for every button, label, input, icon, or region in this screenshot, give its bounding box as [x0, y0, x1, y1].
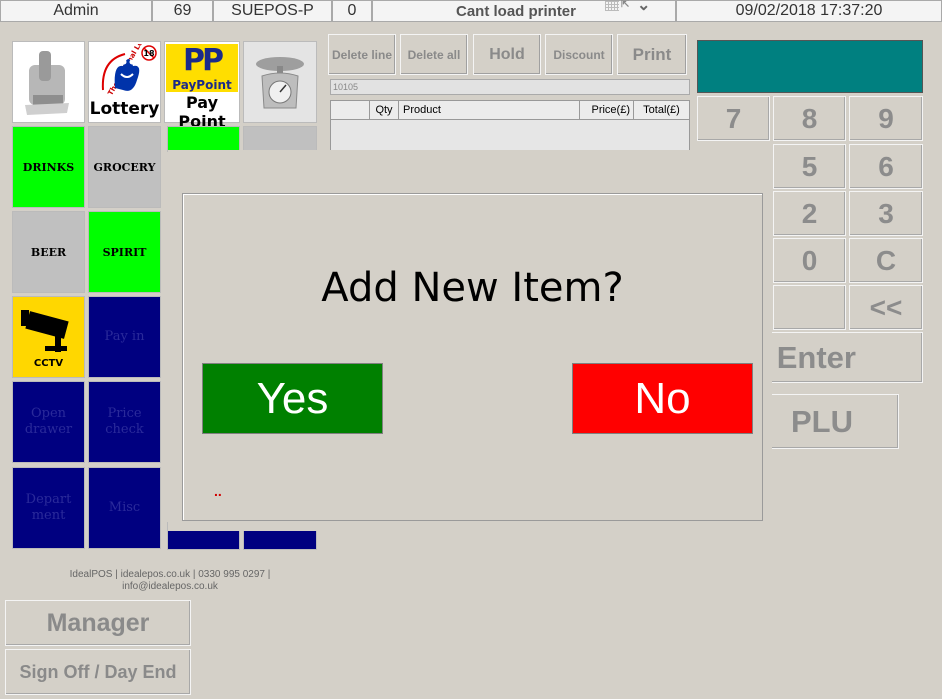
chevron-down-icon[interactable]: ⌄	[637, 0, 650, 15]
svg-text:18: 18	[143, 49, 155, 58]
expand-icon[interactable]: ⇱	[621, 0, 629, 10]
cctv-tile[interactable]: CCTV	[12, 296, 85, 378]
grocery-tile[interactable]: GROCERY	[88, 126, 161, 208]
dialog-question: Add New Item?	[321, 265, 624, 311]
lottery-logo-icon: The National Lottery 18	[101, 44, 157, 97]
transaction-table[interactable]: Qty Product Price(£) Total(£)	[330, 100, 690, 152]
grid-icon[interactable]	[605, 1, 619, 11]
col-price: Price(£)	[580, 101, 634, 119]
key-2[interactable]: 2	[773, 191, 846, 236]
cctv-camera-icon	[20, 309, 69, 352]
credits-line-2: info@idealepos.co.uk	[122, 581, 218, 592]
cctv-label: CCTV	[33, 357, 64, 369]
cash-tile[interactable]	[12, 41, 85, 123]
paypoint-tile[interactable]: PP PayPoint Pay Point	[164, 41, 240, 131]
open-drawer-label: Open drawer	[24, 406, 73, 437]
station-number: 69	[152, 0, 213, 22]
misc-label: Misc	[108, 500, 141, 515]
open-drawer-tile[interactable]: Open drawer	[12, 381, 85, 463]
key-7[interactable]: 7	[697, 96, 770, 141]
hold-button[interactable]: Hold	[473, 34, 541, 75]
paypoint-pp-mark: PP	[183, 43, 224, 78]
cash-hand-icon	[24, 51, 69, 115]
misc-tile[interactable]: Misc	[88, 467, 161, 549]
paypoint-brand: PayPoint	[172, 78, 232, 92]
paypoint-logo: PP PayPoint	[166, 44, 238, 92]
terminal-name: SUEPOS-P	[213, 0, 332, 22]
transaction-number: 10105	[330, 79, 690, 95]
lottery-tile[interactable]: The National Lottery 18 Lottery	[88, 41, 161, 123]
key-0[interactable]: 0	[773, 238, 846, 283]
no-button[interactable]: No	[572, 363, 753, 434]
status-marker: ..	[214, 483, 222, 499]
key-blank[interactable]	[773, 285, 846, 330]
credits: IdealPOS | idealepos.co.uk | 0330 995 02…	[50, 569, 290, 593]
printer-status: Cant load printer ⇱ ⌄	[372, 0, 676, 22]
key-3[interactable]: 3	[849, 191, 923, 236]
gray-tile-partial[interactable]	[243, 126, 317, 152]
lottery-label: Lottery	[89, 99, 160, 119]
beer-label: BEER	[30, 245, 67, 259]
discount-button[interactable]: Discount	[545, 34, 613, 75]
key-9[interactable]: 9	[849, 96, 923, 141]
key-6[interactable]: 6	[849, 144, 923, 189]
col-select	[331, 101, 370, 119]
printer-status-text: Cant load printer	[455, 2, 576, 20]
manager-button[interactable]: Manager	[5, 600, 191, 646]
pay-in-tile[interactable]: Pay in	[88, 296, 161, 378]
sign-off-button[interactable]: Sign Off / Day End	[5, 649, 191, 695]
add-item-dialog	[182, 193, 763, 521]
spirit-label: SPIRIT	[102, 245, 147, 259]
key-8[interactable]: 8	[773, 96, 846, 141]
spirit-tile[interactable]: SPIRIT	[88, 211, 161, 293]
price-check-tile[interactable]: Price check	[88, 381, 161, 463]
pay-in-label: Pay in	[104, 329, 145, 344]
counter: 0	[332, 0, 372, 22]
price-check-label: Price check	[105, 406, 144, 437]
green-tile-partial[interactable]	[167, 126, 240, 152]
col-qty: Qty	[370, 101, 399, 119]
credits-line-1: IdealPOS | idealepos.co.uk | 0330 995 02…	[69, 569, 271, 580]
department-label: Depart ment	[25, 492, 72, 523]
col-product: Product	[399, 101, 580, 119]
grocery-label: GROCERY	[93, 160, 156, 174]
key-backspace[interactable]: <<	[849, 285, 923, 330]
datetime: 09/02/2018 17:37:20	[676, 0, 942, 22]
amount-display	[697, 40, 923, 93]
delete-line-button[interactable]: Delete line	[328, 34, 396, 75]
weighing-scale-icon	[256, 57, 304, 109]
yes-button[interactable]: Yes	[202, 363, 383, 434]
table-header: Qty Product Price(£) Total(£)	[331, 101, 689, 120]
beer-tile[interactable]: BEER	[12, 211, 85, 293]
user-name: Admin	[0, 0, 152, 22]
key-clear[interactable]: C	[849, 238, 923, 283]
scale-tile[interactable]	[243, 41, 317, 123]
print-button[interactable]: Print	[617, 34, 687, 75]
drinks-label: DRINKS	[22, 160, 75, 174]
drinks-tile[interactable]: DRINKS	[12, 126, 85, 208]
delete-all-button[interactable]: Delete all	[400, 34, 468, 75]
department-tile[interactable]: Depart ment	[12, 467, 85, 549]
col-total: Total(£)	[643, 104, 680, 116]
key-5[interactable]: 5	[773, 144, 846, 189]
